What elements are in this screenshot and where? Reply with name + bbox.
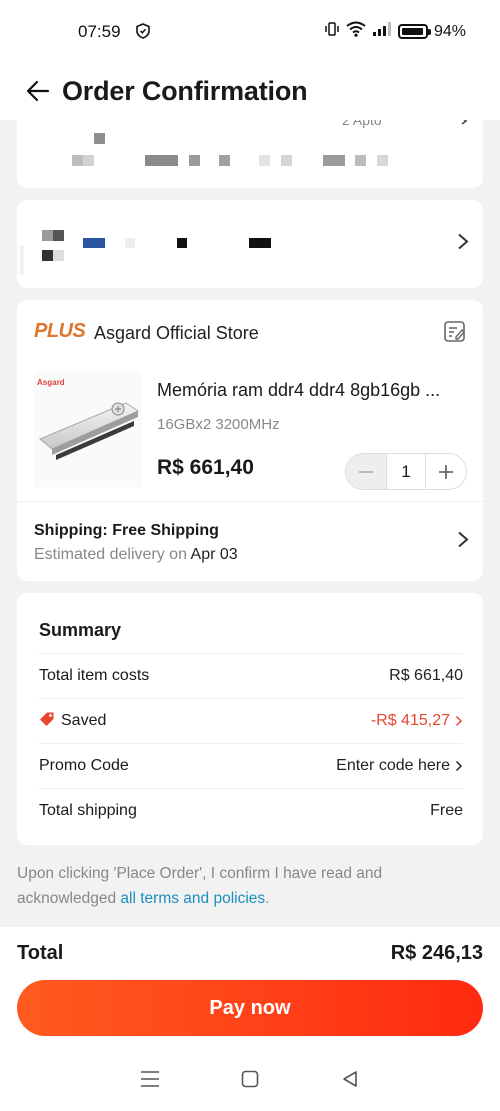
store-name[interactable]: Asgard Official Store — [94, 323, 259, 344]
status-indicators: 94% — [324, 21, 466, 42]
promo-code-placeholder: Enter code here — [336, 757, 450, 774]
delivery-estimate: Estimated delivery on Apr 03 — [34, 546, 238, 564]
edit-note-icon[interactable] — [443, 320, 467, 349]
summary-label: Saved — [61, 712, 107, 729]
store-order-card: PLUS Asgard Official Store Asgard Memóri… — [17, 300, 483, 581]
menu-nav-button[interactable] — [130, 1064, 170, 1094]
header: Order Confirmation — [0, 62, 500, 120]
wifi-icon — [346, 21, 366, 42]
price-tag-icon — [39, 711, 55, 732]
quantity-decrease-button[interactable] — [346, 454, 386, 489]
product-title[interactable]: Memória ram ddr4 ddr4 8gb16gb ... — [157, 380, 467, 401]
summary-value: -R$ 415,27 — [370, 712, 450, 729]
address-partial-text: 2 Apto — [342, 120, 382, 128]
battery-fill — [401, 28, 423, 35]
checkout-footer: Total R$ 246,13 Pay now — [0, 927, 500, 1111]
summary-label: Total item costs — [39, 667, 150, 684]
system-nav-bar — [0, 1061, 500, 1097]
shipping-title: Shipping: Free Shipping — [34, 522, 219, 539]
summary-card: Summary Total item costs R$ 661,40 Saved… — [17, 593, 483, 845]
quantity-value[interactable]: 1 — [386, 454, 426, 489]
total-label: Total — [17, 942, 64, 964]
order-content[interactable]: ' 2 Apto — [0, 120, 500, 927]
terms-link[interactable]: all terms and policies — [120, 890, 265, 907]
chevron-right-icon — [455, 760, 463, 772]
battery-icon — [397, 24, 431, 39]
arrow-left-icon — [26, 80, 50, 102]
chevron-right-icon — [459, 120, 469, 131]
plus-badge: PLUS — [34, 320, 86, 342]
page-title: Order Confirmation — [62, 75, 308, 106]
delivery-date: Apr 03 — [190, 546, 238, 563]
chevron-right-icon — [457, 530, 469, 553]
summary-value: R$ 661,40 — [389, 667, 463, 684]
saved-label-group: Saved — [39, 711, 106, 732]
delivery-estimate-prefix: Estimated delivery on — [34, 546, 191, 563]
product-variant[interactable]: 16GBx2 3200MHz — [157, 416, 280, 433]
summary-row-promo-code[interactable]: Promo Code Enter code here — [39, 743, 463, 788]
summary-label: Total shipping — [39, 802, 137, 819]
chevron-right-icon — [457, 233, 469, 256]
quantity-stepper: 1 — [345, 453, 467, 490]
product-image[interactable]: Asgard — [34, 371, 142, 487]
summary-value: Free — [430, 802, 463, 819]
home-nav-button[interactable] — [230, 1064, 270, 1094]
summary-title: Summary — [39, 620, 122, 640]
saved-value-group: -R$ 415,27 — [371, 712, 463, 730]
shipping-option-row[interactable]: Shipping: Free Shipping Estimated delive… — [17, 502, 483, 581]
pay-now-button[interactable]: Pay now — [17, 980, 483, 1036]
chevron-right-icon — [455, 715, 463, 727]
status-time: 07:59 — [78, 22, 121, 41]
back-nav-button[interactable] — [330, 1064, 370, 1094]
home-square-icon — [241, 1070, 259, 1088]
summary-row-saved[interactable]: Saved -R$ 415,27 — [39, 698, 463, 743]
summary-label: Promo Code — [39, 757, 129, 774]
promo-code-input[interactable]: Enter code here — [336, 757, 463, 775]
minus-icon — [359, 470, 373, 473]
quantity-increase-button[interactable] — [426, 454, 466, 489]
ram-module-icon — [39, 402, 140, 460]
address-card[interactable]: ' 2 Apto — [17, 120, 483, 188]
address-mark: ' — [77, 120, 79, 124]
summary-row-total-shipping: Total shipping Free — [39, 788, 463, 833]
total-value: R$ 246,13 — [390, 942, 483, 964]
back-button[interactable] — [18, 71, 58, 111]
vibrate-icon — [324, 21, 340, 42]
plus-icon — [439, 464, 453, 479]
summary-row-item-costs: Total item costs R$ 661,40 — [39, 653, 463, 698]
menu-icon — [141, 1071, 159, 1087]
signal-icon — [372, 21, 392, 42]
payment-method-card[interactable] — [17, 200, 483, 288]
battery-percent: 94% — [433, 22, 466, 40]
status-bar: 07:59 94% — [0, 0, 500, 62]
shield-icon — [136, 23, 150, 44]
product-price: R$ 661,40 — [157, 456, 254, 479]
terms-suffix: . — [265, 890, 270, 907]
terms-notice: Upon clicking 'Place Order', I confirm I… — [17, 861, 483, 911]
back-triangle-icon — [343, 1071, 357, 1087]
